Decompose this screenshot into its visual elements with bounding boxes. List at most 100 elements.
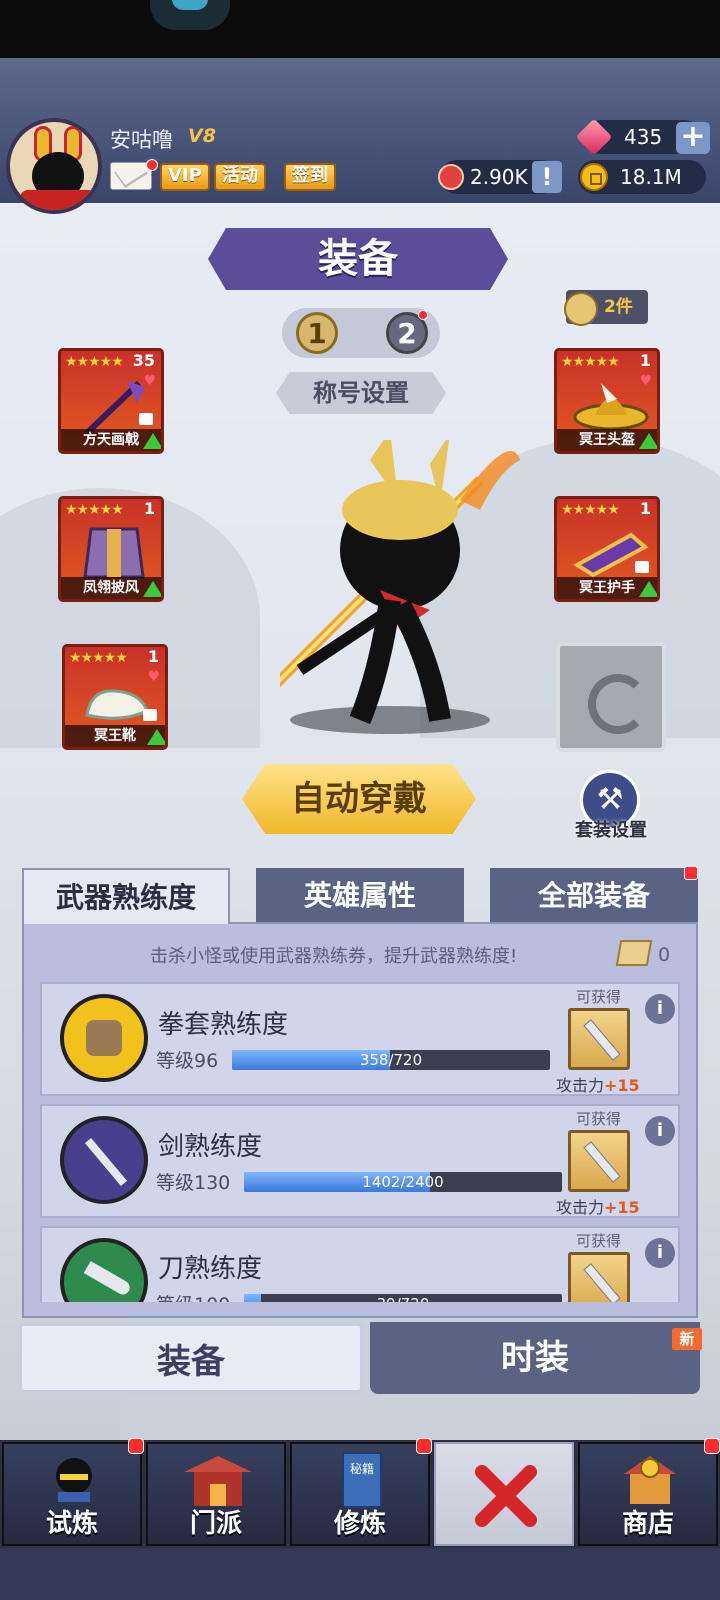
temple-icon [184, 1456, 252, 1506]
bar-text: 39/720 [244, 1294, 562, 1302]
gold-coin-icon [580, 163, 608, 191]
book-text: 秘籍 [349, 1462, 374, 1476]
set-count-text: 2件 [604, 297, 633, 317]
info-button[interactable]: i [645, 1238, 675, 1268]
all-equipment-badge [684, 866, 698, 880]
hero-character [280, 440, 520, 734]
nav-shop[interactable]: 商店 [578, 1442, 718, 1546]
slot-helmet[interactable]: ★★★★★ 1 ♥ 冥王头盔 [554, 348, 660, 454]
slot-count: 1 [147, 647, 159, 666]
power-value: 2.90K [470, 165, 528, 189]
halberd-icon [84, 380, 145, 436]
equip-banner: 装备 [208, 228, 508, 290]
proficiency-level: 等级96 [156, 1050, 219, 1072]
nav-sect[interactable]: 门派 [146, 1442, 286, 1546]
sword-reward-icon [568, 1008, 630, 1070]
nav-shop-badge [704, 1438, 720, 1454]
proficiency-name: 刀熟练度 [158, 1254, 263, 1284]
attack-value: +15 [604, 1076, 640, 1095]
vip-button[interactable]: VIP [160, 163, 210, 191]
attack-value: +15 [604, 1198, 640, 1217]
boot-icon [85, 689, 149, 720]
proficiency-name: 拳套熟练度 [158, 1010, 289, 1040]
slot-cape[interactable]: ★★★★★ 1 凤翎披风 [58, 496, 164, 602]
slot-count: 1 [639, 499, 651, 518]
info-button[interactable]: i [645, 994, 675, 1024]
tab-weapon-proficiency[interactable]: 武器熟练度 [22, 868, 230, 924]
loadout-1-button[interactable]: 1 [296, 312, 338, 354]
gem-value: 435 [624, 125, 663, 149]
tab-hero-attributes[interactable]: 英雄属性 [256, 868, 464, 924]
gold-value: 18.1M [620, 165, 682, 189]
sword-icon [60, 1116, 148, 1204]
player-name: 安咕噜 [110, 128, 173, 152]
auto-equip-button[interactable]: 自动穿戴 [242, 764, 476, 834]
book-icon: 秘籍 [342, 1452, 382, 1508]
slot-stars: ★★★★★ [65, 502, 124, 518]
nav-trial[interactable]: 试炼 [2, 1442, 142, 1546]
status-bar [0, 0, 720, 58]
gain-label: 可获得 [576, 1110, 622, 1128]
ticket-count: 0 [658, 944, 671, 966]
slot-boots[interactable]: ★★★★★ 1 ♥ 冥王靴 [62, 644, 168, 750]
checkin-button[interactable]: 签到 [284, 163, 336, 191]
slot-count: 35 [132, 351, 155, 370]
upgrade-arrow-icon [147, 729, 165, 745]
power-icon [438, 164, 464, 190]
new-badge: 新 [672, 1328, 702, 1350]
tab-equipment[interactable]: 装备 [18, 1322, 364, 1394]
upgrade-arrow-icon [143, 581, 161, 597]
attack-bonus: 攻击力+15 [556, 1072, 640, 1096]
bar-text: 1402/2400 [362, 1173, 444, 1191]
info-button[interactable]: i [645, 1116, 675, 1146]
tab-all-equipment[interactable]: 全部装备 [490, 868, 698, 924]
set-setting-label: 套装设置 [575, 820, 647, 841]
proficiency-bar: 358/720 [232, 1050, 550, 1070]
hammer-icon: ⚒ [596, 782, 624, 817]
sword-reward-icon [568, 1130, 630, 1192]
attack-bonus: 攻击力+15 [556, 1194, 640, 1218]
proficiency-name: 剑熟练度 [158, 1132, 263, 1162]
slot-stars: ★★★★★ [69, 650, 128, 666]
proficiency-list[interactable]: 拳套熟练度 等级96 358/720 可获得 攻击力+15 i 剑熟练度 等级1… [22, 980, 698, 1302]
nav-label: 修炼 [333, 1509, 386, 1539]
slot-empty[interactable] [556, 642, 666, 752]
proficiency-level: 等级130 [156, 1172, 231, 1194]
tab-fashion[interactable]: 时装 [370, 1322, 700, 1394]
nav-close[interactable] [434, 1442, 574, 1546]
slot-stars: ★★★★★ [65, 354, 124, 370]
player-avatar[interactable] [6, 118, 102, 214]
sword-reward-icon [568, 1252, 630, 1302]
slot-weapon[interactable]: ★★★★★ 35 ♥ 方天画戟 [58, 348, 164, 454]
lock-icon [143, 709, 157, 721]
slot-stars: ★★★★★ [561, 502, 620, 518]
shop-icon [624, 1456, 676, 1504]
nav-training-badge [416, 1438, 432, 1454]
proficiency-bar: 1402/2400 [244, 1172, 562, 1192]
proficiency-ticket-icon [615, 940, 653, 966]
event-button[interactable]: 活动 [214, 163, 266, 191]
bar-text: 358/720 [359, 1051, 423, 1069]
add-gems-button[interactable]: + [676, 122, 710, 154]
ninja-icon [56, 1458, 92, 1502]
slot-gloves[interactable]: ★★★★★ 1 冥王护手 [554, 496, 660, 602]
nav-label: 门派 [189, 1509, 242, 1539]
nav-training[interactable]: 秘籍 修炼 [290, 1442, 430, 1546]
loadout-2-badge [418, 310, 428, 320]
slot-count: 1 [143, 499, 155, 518]
power-info-button[interactable]: ! [532, 161, 562, 193]
proficiency-level: 等级100 [156, 1290, 230, 1302]
camera-notch [150, 0, 230, 30]
upgrade-arrow-icon [143, 433, 161, 449]
set-scroll-icon [564, 292, 598, 326]
nav-trial-badge [128, 1438, 144, 1454]
system-bar [0, 1548, 720, 1600]
mail-badge [146, 159, 158, 171]
slot-count: 1 [639, 351, 651, 370]
upgrade-arrow-icon [639, 433, 657, 449]
gain-label: 可获得 [576, 988, 622, 1006]
vip-level: V8 [188, 125, 216, 147]
title-setting-button[interactable]: 称号设置 [276, 372, 446, 414]
cape-icon [83, 527, 145, 579]
nav-label: 商店 [621, 1509, 674, 1539]
